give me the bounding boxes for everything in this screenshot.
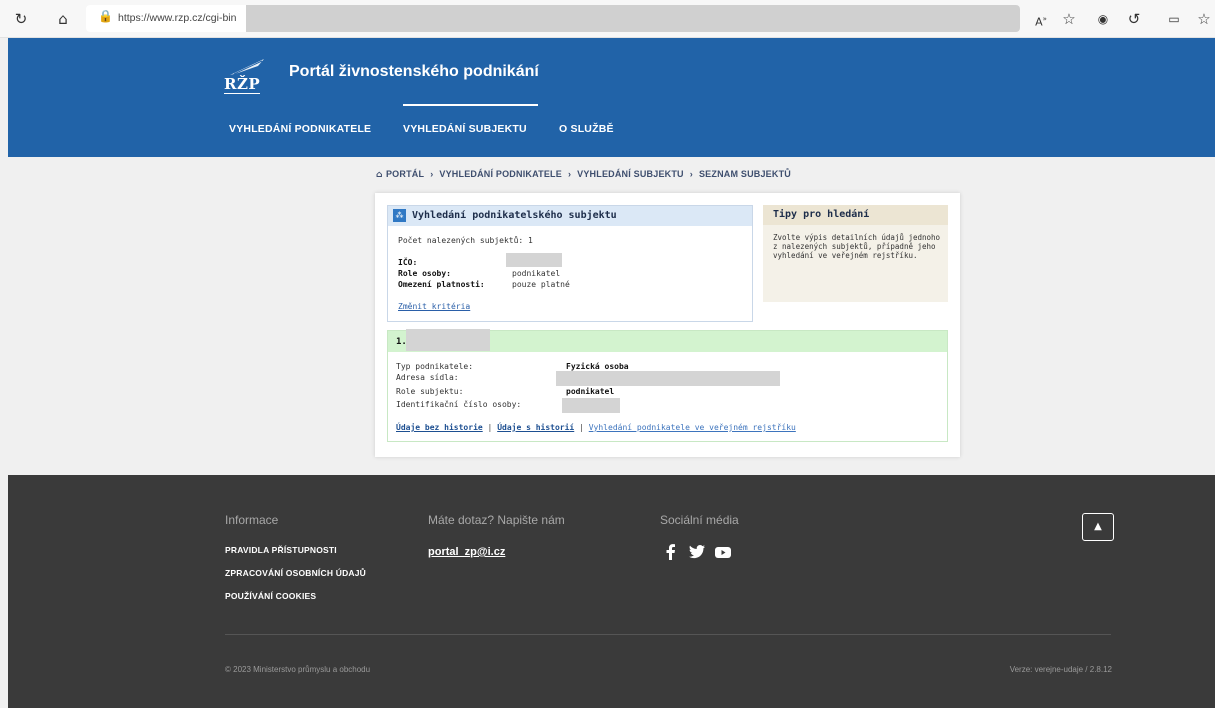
browser-toolbar: ↻ ⌂ 🔒 https://www.rzp.cz/cgi-bin A» ☆ ◉ …: [0, 0, 1215, 38]
breadcrumb-item-current: SEZNAM SUBJEKTŮ: [698, 169, 791, 179]
footer-heading-social: Sociální média: [660, 513, 739, 527]
favorite-icon[interactable]: ☆: [1058, 8, 1080, 30]
field-value-validity: pouze platné: [512, 280, 570, 289]
site-header: RŽP Portál živnostenského podnikání VYHL…: [8, 38, 1215, 157]
value-typ-podnikatele: Fyzická osoba: [566, 362, 629, 371]
footer-link-personal-data[interactable]: ZPRACOVÁNÍ OSOBNÍCH ÚDAJŮ: [225, 568, 366, 578]
tips-header: Tipy pro hledání: [763, 205, 948, 225]
result-item: 1. Typ podnikatele: Fyzická osoba Adresa…: [387, 329, 948, 442]
label-adresa-sidla: Adresa sídla:: [396, 373, 459, 382]
youtube-icon[interactable]: [714, 543, 732, 561]
field-label-role: Role osoby:: [398, 269, 451, 278]
footer-heading-contact: Máte dotaz? Napište nám: [428, 513, 565, 527]
active-nav-indicator: [403, 104, 538, 106]
link-separator: |: [487, 423, 493, 432]
read-aloud-icon[interactable]: A»: [1030, 8, 1052, 30]
tips-panel: Tipy pro hledání Zvolte výpis detailních…: [763, 205, 948, 302]
footer-link-cookies[interactable]: POUŽÍVÁNÍ COOKIES: [225, 591, 316, 601]
field-value-role: podnikatel: [512, 269, 561, 278]
address-bar[interactable]: 🔒 https://www.rzp.cz/cgi-bin: [86, 5, 1020, 32]
extension-icon[interactable]: ◉: [1092, 8, 1114, 30]
rzp-logo[interactable]: RŽP: [224, 58, 268, 94]
url-text: https://www.rzp.cz/cgi-bin: [118, 12, 237, 24]
footer-link-accessibility[interactable]: PRAVIDLA PŘÍSTUPNOSTI: [225, 545, 337, 555]
link-udaje-bez-historie[interactable]: Údaje bez historie: [396, 423, 483, 432]
logo-text: RŽP: [224, 75, 261, 94]
home-icon[interactable]: ⌂: [52, 8, 74, 30]
field-label-ico: IČO:: [398, 258, 418, 267]
chevron-up-icon[interactable]: ▲: [1082, 513, 1114, 541]
breadcrumb-item[interactable]: VYHLEDÁNÍ SUBJEKTU: [577, 169, 684, 179]
result-header: 1.: [388, 329, 947, 352]
footer-heading-info: Informace: [225, 513, 279, 527]
field-label-validity: Omezení platnosti:: [398, 280, 485, 289]
nav-o-sluzbe[interactable]: O SLUŽBĚ: [559, 123, 614, 135]
value-role-subjektu: podnikatel: [566, 387, 615, 396]
site-title[interactable]: Portál živnostenského podnikání: [289, 63, 539, 81]
search-criteria-panel: ⁂ Vyhledání podnikatelského subjektu Poč…: [387, 205, 753, 322]
redacted-name: [406, 329, 490, 351]
redacted-id: [562, 398, 620, 413]
link-udaje-s-historii[interactable]: Údaje s historií: [497, 423, 574, 432]
tips-text: Zvolte výpis detailních údajů jednoho z …: [773, 233, 941, 260]
search-panel-header: ⁂ Vyhledání podnikatelského subjektu: [388, 206, 752, 226]
favorites-icon[interactable]: ☆: [1193, 8, 1215, 30]
feather-icon: [230, 59, 264, 75]
nav-vyhledani-podnikatele[interactable]: VYHLEDÁNÍ PODNIKATELE: [229, 123, 371, 135]
lock-icon: 🔒: [98, 9, 113, 23]
label-typ-podnikatele: Typ podnikatele:: [396, 362, 474, 371]
site-footer: Informace PRAVIDLA PŘÍSTUPNOSTI ZPRACOVÁ…: [8, 475, 1215, 708]
results-card: ⁂ Vyhledání podnikatelského subjektu Poč…: [375, 193, 960, 457]
breadcrumb-separator: ›: [430, 169, 434, 179]
redacted-ico: [506, 253, 562, 267]
search-panel-title: Vyhledání podnikatelského subjektu: [412, 210, 617, 221]
change-criteria-link[interactable]: Změnit kritéria: [398, 302, 470, 311]
footer-copyright: © 2023 Ministerstvo průmyslu a obchodu: [225, 665, 371, 674]
breadcrumb-separator: ›: [567, 169, 572, 179]
label-role-subjektu: Role subjektu:: [396, 387, 464, 396]
link-verejny-rejstrik[interactable]: Vyhledání podnikatele ve veřejném rejstř…: [589, 423, 796, 432]
footer-divider: [225, 634, 1111, 635]
breadcrumb-item[interactable]: VYHLEDÁNÍ PODNIKATELE: [439, 169, 562, 179]
facebook-icon[interactable]: [662, 543, 680, 561]
link-separator: |: [579, 423, 584, 432]
breadcrumb-item[interactable]: PORTÁL: [386, 169, 424, 179]
redacted-address: [556, 371, 780, 386]
tips-title: Tipy pro hledání: [773, 209, 870, 220]
extension-icon[interactable]: ↺: [1123, 8, 1145, 30]
sitemap-icon: ⁂: [393, 209, 406, 222]
redacted-url: [246, 5, 1020, 32]
label-identifikacni-cislo: Identifikační číslo osoby:: [396, 400, 522, 409]
twitter-icon[interactable]: [688, 543, 706, 561]
refresh-icon[interactable]: ↻: [10, 8, 32, 30]
result-links: Údaje bez historie | Údaje s historií | …: [396, 423, 796, 432]
split-screen-icon[interactable]: ▭: [1163, 8, 1185, 30]
breadcrumb: ⌂ PORTÁL › VYHLEDÁNÍ PODNIKATELE › VYHLEDÁNÍ…: [376, 169, 791, 180]
result-count: Počet nalezených subjektů: 1: [398, 236, 533, 245]
footer-contact-email[interactable]: portal_zp@i.cz: [428, 546, 505, 558]
breadcrumb-separator: ›: [689, 169, 693, 179]
nav-vyhledani-subjektu[interactable]: VYHLEDÁNÍ SUBJEKTU: [403, 123, 527, 135]
home-icon: ⌂: [376, 170, 386, 180]
footer-version: Verze: verejne-udaje / 2.8.12: [1009, 665, 1112, 674]
